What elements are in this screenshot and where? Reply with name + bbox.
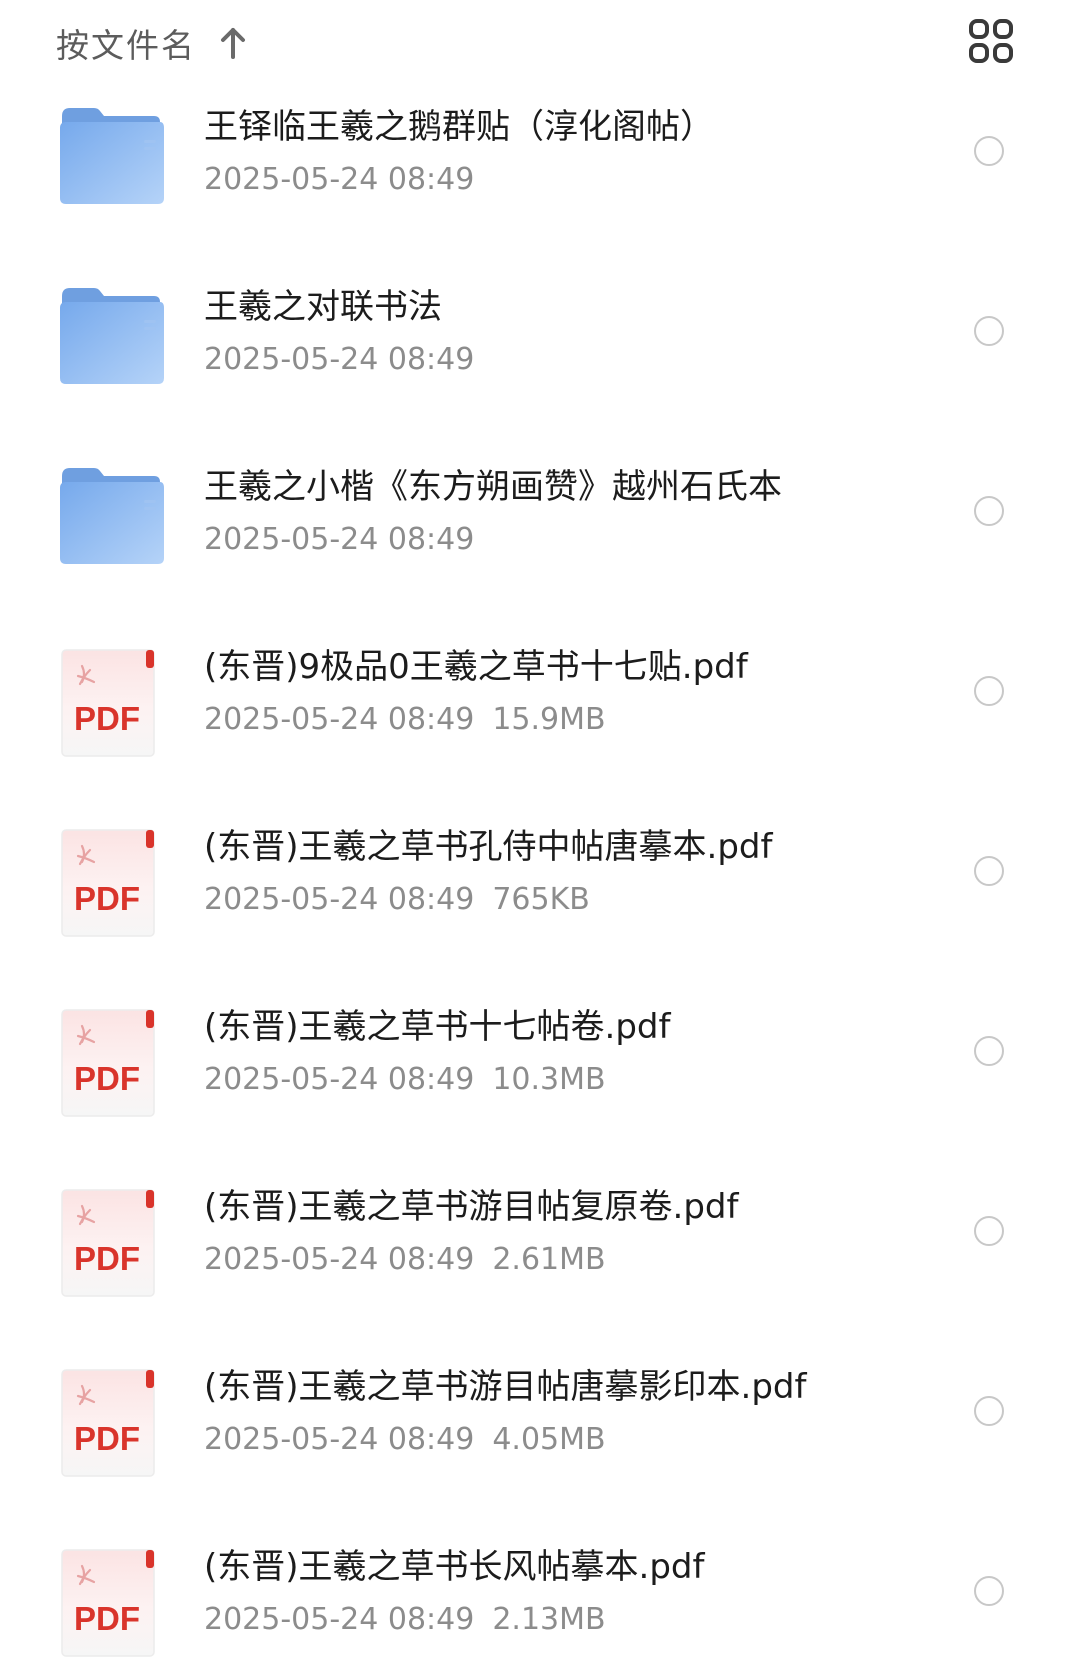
pdf-badge: PDF xyxy=(74,880,140,917)
sort-by-name-button[interactable]: 按文件名 xyxy=(56,18,248,68)
file-row[interactable]: PDF (东晋)王羲之草书游目帖复原卷.pdf 2025-05-24 08:49… xyxy=(0,1170,1080,1350)
file-size: 10.3MB xyxy=(492,1062,606,1097)
file-size: 765KB xyxy=(492,882,590,917)
file-size: 15.9MB xyxy=(492,702,606,737)
file-name: (东晋)王羲之草书游目帖复原卷.pdf xyxy=(204,1187,739,1227)
sort-bar: 按文件名 xyxy=(0,0,1080,90)
file-meta: 2025-05-24 08:49 15.9MB xyxy=(204,700,606,740)
file-size: 2.13MB xyxy=(492,1602,606,1637)
select-radio[interactable] xyxy=(974,1396,1004,1426)
file-meta: 2025-05-24 08:49 2.61MB xyxy=(204,1240,606,1280)
file-name: (东晋)王羲之草书孔侍中帖唐摹本.pdf xyxy=(204,827,773,867)
pdf-badge: PDF xyxy=(74,1060,140,1097)
pdf-file-icon: PDF xyxy=(60,1006,166,1117)
select-radio[interactable] xyxy=(974,676,1004,706)
file-date: 2025-05-24 08:49 xyxy=(204,1242,475,1277)
file-name: 王羲之对联书法 xyxy=(204,287,442,327)
pdf-file-icon: PDF xyxy=(60,1186,166,1297)
grid-view-icon[interactable] xyxy=(968,18,1022,72)
file-size: 2.61MB xyxy=(492,1242,606,1277)
file-row[interactable]: 王羲之对联书法 2025-05-24 08:49 xyxy=(0,270,1080,450)
select-radio[interactable] xyxy=(974,316,1004,346)
pdf-file-icon: PDF xyxy=(60,826,166,937)
file-date: 2025-05-24 08:49 xyxy=(204,882,475,917)
file-list: 王铎临王羲之鹅群贴（淳化阁帖） 2025-05-24 08:49 王羲之对联书法… xyxy=(0,90,1080,1668)
file-row[interactable]: PDF (东晋)王羲之草书长风帖摹本.pdf 2025-05-24 08:49 2… xyxy=(0,1530,1080,1668)
file-date: 2025-05-24 08:49 xyxy=(204,522,475,557)
file-size: 4.05MB xyxy=(492,1422,606,1457)
select-radio[interactable] xyxy=(974,1576,1004,1606)
file-date: 2025-05-24 08:49 xyxy=(204,702,475,737)
pdf-file-icon: PDF xyxy=(60,646,166,757)
file-row[interactable]: PDF (东晋)王羲之草书孔侍中帖唐摹本.pdf 2025-05-24 08:4… xyxy=(0,810,1080,990)
pdf-badge: PDF xyxy=(74,700,140,737)
file-date: 2025-05-24 08:49 xyxy=(204,1062,475,1097)
file-meta: 2025-05-24 08:49 xyxy=(204,160,474,200)
file-name: 王羲之小楷《东方朔画赞》越州石氏本 xyxy=(204,467,782,507)
file-name: (东晋)9极品0王羲之草书十七贴.pdf xyxy=(204,647,748,687)
select-radio[interactable] xyxy=(974,496,1004,526)
file-meta: 2025-05-24 08:49 xyxy=(204,340,474,380)
file-name: 王铎临王羲之鹅群贴（淳化阁帖） xyxy=(204,107,714,147)
file-row[interactable]: PDF (东晋)王羲之草书十七帖卷.pdf 2025-05-24 08:49 10… xyxy=(0,990,1080,1170)
file-name: (东晋)王羲之草书十七帖卷.pdf xyxy=(204,1007,671,1047)
pdf-badge: PDF xyxy=(74,1420,140,1457)
file-name: (东晋)王羲之草书游目帖唐摹影印本.pdf xyxy=(204,1367,807,1407)
file-date: 2025-05-24 08:49 xyxy=(204,342,475,377)
file-meta: 2025-05-24 08:49 4.05MB xyxy=(204,1420,606,1460)
file-meta: 2025-05-24 08:49 765KB xyxy=(204,880,590,920)
file-row[interactable]: PDF (东晋)9极品0王羲之草书十七贴.pdf 2025-05-24 08:4… xyxy=(0,630,1080,810)
sort-label: 按文件名 xyxy=(56,26,196,65)
select-radio[interactable] xyxy=(974,1036,1004,1066)
file-date: 2025-05-24 08:49 xyxy=(204,1422,475,1457)
file-row[interactable]: 王羲之小楷《东方朔画赞》越州石氏本 2025-05-24 08:49 xyxy=(0,450,1080,630)
file-row[interactable]: PDF (东晋)王羲之草书游目帖唐摹影印本.pdf 2025-05-24 08:… xyxy=(0,1350,1080,1530)
file-date: 2025-05-24 08:49 xyxy=(204,1602,475,1637)
file-meta: 2025-05-24 08:49 10.3MB xyxy=(204,1060,606,1100)
pdf-badge: PDF xyxy=(74,1600,140,1637)
arrow-up-icon xyxy=(218,26,248,60)
folder-icon xyxy=(60,286,166,396)
select-radio[interactable] xyxy=(974,1216,1004,1246)
folder-icon xyxy=(60,466,166,576)
file-manager-page: 按文件名 王铎临王羲之鹅群贴（淳化阁帖） 2025-05-24 08:49 王羲… xyxy=(0,0,1080,1668)
pdf-file-icon: PDF xyxy=(60,1366,166,1477)
file-name: (东晋)王羲之草书长风帖摹本.pdf xyxy=(204,1547,705,1587)
select-radio[interactable] xyxy=(974,856,1004,886)
folder-icon xyxy=(60,106,166,216)
pdf-badge: PDF xyxy=(74,1240,140,1277)
file-row[interactable]: 王铎临王羲之鹅群贴（淳化阁帖） 2025-05-24 08:49 xyxy=(0,90,1080,270)
file-meta: 2025-05-24 08:49 xyxy=(204,520,474,560)
select-radio[interactable] xyxy=(974,136,1004,166)
file-meta: 2025-05-24 08:49 2.13MB xyxy=(204,1600,606,1640)
pdf-file-icon: PDF xyxy=(60,1546,166,1657)
file-date: 2025-05-24 08:49 xyxy=(204,162,475,197)
